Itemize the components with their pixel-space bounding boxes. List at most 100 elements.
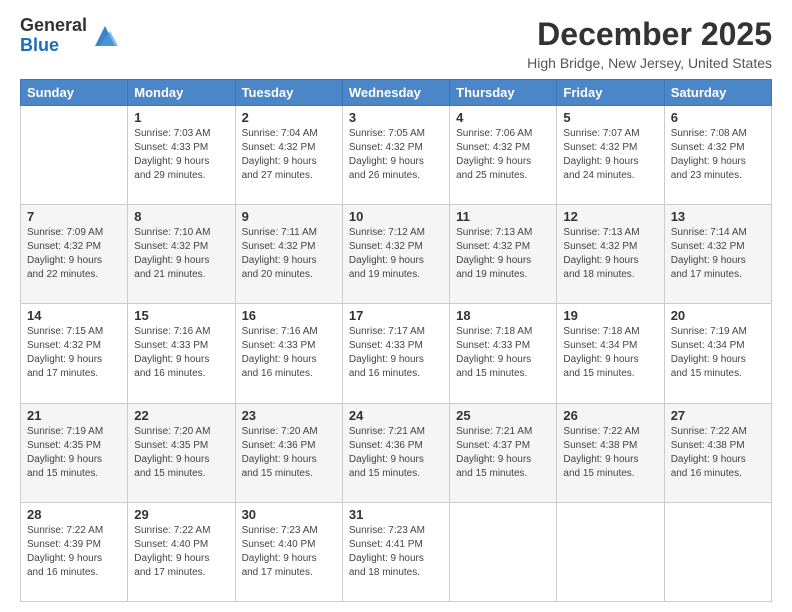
page: General Blue December 2025 High Bridge, …	[0, 0, 792, 612]
day-info: Sunrise: 7:16 AM Sunset: 4:33 PM Dayligh…	[134, 325, 228, 381]
calendar-cell: 2Sunrise: 7:04 AM Sunset: 4:32 PM Daylig…	[235, 106, 342, 205]
day-number: 16	[242, 308, 336, 323]
day-info: Sunrise: 7:11 AM Sunset: 4:32 PM Dayligh…	[242, 226, 336, 282]
calendar-cell: 8 Sunrise: 7:10 AM Sunset: 4:32 PM Daylig…	[128, 205, 235, 304]
col-tuesday: Tuesday	[235, 80, 342, 106]
day-number: 8	[134, 209, 228, 224]
day-info: Sunrise: 7:22 AM Sunset: 4:39 PM Dayligh…	[27, 524, 121, 580]
col-wednesday: Wednesday	[342, 80, 449, 106]
week-row-5: 28 Sunrise: 7:22 AM Sunset: 4:39 PM Dayli…	[21, 502, 772, 601]
header: General Blue December 2025 High Bridge, …	[20, 16, 772, 71]
calendar-cell: 5Sunrise: 7:07 AM Sunset: 4:32 PM Daylig…	[557, 106, 664, 205]
calendar-cell: 14 Sunrise: 7:15 AM Sunset: 4:32 PM Dayli…	[21, 304, 128, 403]
day-number: 13	[671, 209, 765, 224]
calendar-cell: 22 Sunrise: 7:20 AM Sunset: 4:35 PM Dayli…	[128, 403, 235, 502]
col-friday: Friday	[557, 80, 664, 106]
day-number: 15	[134, 308, 228, 323]
day-info: Sunrise: 7:20 AM Sunset: 4:35 PM Dayligh…	[134, 425, 228, 481]
day-number: 30	[242, 507, 336, 522]
logo-blue: Blue	[20, 35, 59, 55]
day-info: Sunrise: 7:13 AM Sunset: 4:32 PM Dayligh…	[563, 226, 657, 282]
col-saturday: Saturday	[664, 80, 771, 106]
day-number: 2	[242, 110, 336, 125]
calendar-cell: 1 Sunrise: 7:03 AM Sunset: 4:33 PM Daylig…	[128, 106, 235, 205]
day-info: Sunrise: 7:12 AM Sunset: 4:32 PM Dayligh…	[349, 226, 443, 282]
logo: General Blue	[20, 16, 120, 56]
calendar-cell: 6 Sunrise: 7:08 AM Sunset: 4:32 PM Daylig…	[664, 106, 771, 205]
calendar-cell: 19Sunrise: 7:18 AM Sunset: 4:34 PM Dayli…	[557, 304, 664, 403]
day-info: Sunrise: 7:22 AM Sunset: 4:40 PM Dayligh…	[134, 524, 228, 580]
subtitle: High Bridge, New Jersey, United States	[527, 55, 772, 71]
day-info: Sunrise: 7:07 AM Sunset: 4:32 PM Dayligh…	[563, 127, 657, 183]
calendar-cell: 13 Sunrise: 7:14 AM Sunset: 4:32 PM Dayli…	[664, 205, 771, 304]
calendar-cell: 30 Sunrise: 7:23 AM Sunset: 4:40 PM Dayli…	[235, 502, 342, 601]
calendar-cell: 26 Sunrise: 7:22 AM Sunset: 4:38 PM Dayli…	[557, 403, 664, 502]
day-info: Sunrise: 7:06 AM Sunset: 4:32 PM Dayligh…	[456, 127, 550, 183]
day-number: 3	[349, 110, 443, 125]
calendar-cell: 18 Sunrise: 7:18 AM Sunset: 4:33 PM Dayli…	[450, 304, 557, 403]
col-monday: Monday	[128, 80, 235, 106]
day-number: 31	[349, 507, 443, 522]
logo-text: General Blue	[20, 16, 87, 56]
calendar-cell: 25 Sunrise: 7:21 AM Sunset: 4:37 PM Dayli…	[450, 403, 557, 502]
day-info: Sunrise: 7:13 AM Sunset: 4:32 PM Dayligh…	[456, 226, 550, 282]
calendar-cell: 21 Sunrise: 7:19 AM Sunset: 4:35 PM Dayli…	[21, 403, 128, 502]
day-info: Sunrise: 7:03 AM Sunset: 4:33 PM Dayligh…	[134, 127, 228, 183]
day-number: 22	[134, 408, 228, 423]
calendar-cell: 15 Sunrise: 7:16 AM Sunset: 4:33 PM Dayli…	[128, 304, 235, 403]
day-number: 29	[134, 507, 228, 522]
day-info: Sunrise: 7:14 AM Sunset: 4:32 PM Dayligh…	[671, 226, 765, 282]
calendar-cell	[664, 502, 771, 601]
day-number: 25	[456, 408, 550, 423]
day-info: Sunrise: 7:18 AM Sunset: 4:34 PM Dayligh…	[563, 325, 657, 381]
calendar-table: Sunday Monday Tuesday Wednesday Thursday…	[20, 79, 772, 602]
day-info: Sunrise: 7:19 AM Sunset: 4:35 PM Dayligh…	[27, 425, 121, 481]
day-number: 11	[456, 209, 550, 224]
main-title: December 2025	[527, 16, 772, 53]
col-sunday: Sunday	[21, 80, 128, 106]
weekday-header-row: Sunday Monday Tuesday Wednesday Thursday…	[21, 80, 772, 106]
week-row-1: 1 Sunrise: 7:03 AM Sunset: 4:33 PM Daylig…	[21, 106, 772, 205]
day-number: 24	[349, 408, 443, 423]
day-number: 28	[27, 507, 121, 522]
week-row-3: 14 Sunrise: 7:15 AM Sunset: 4:32 PM Dayli…	[21, 304, 772, 403]
day-number: 17	[349, 308, 443, 323]
title-block: December 2025 High Bridge, New Jersey, U…	[527, 16, 772, 71]
day-info: Sunrise: 7:23 AM Sunset: 4:40 PM Dayligh…	[242, 524, 336, 580]
calendar-cell: 11 Sunrise: 7:13 AM Sunset: 4:32 PM Dayli…	[450, 205, 557, 304]
calendar-cell: 20Sunrise: 7:19 AM Sunset: 4:34 PM Dayli…	[664, 304, 771, 403]
day-number: 20	[671, 308, 765, 323]
day-info: Sunrise: 7:22 AM Sunset: 4:38 PM Dayligh…	[563, 425, 657, 481]
day-info: Sunrise: 7:16 AM Sunset: 4:33 PM Dayligh…	[242, 325, 336, 381]
day-info: Sunrise: 7:20 AM Sunset: 4:36 PM Dayligh…	[242, 425, 336, 481]
day-number: 26	[563, 408, 657, 423]
day-info: Sunrise: 7:21 AM Sunset: 4:37 PM Dayligh…	[456, 425, 550, 481]
day-number: 4	[456, 110, 550, 125]
day-number: 7	[27, 209, 121, 224]
week-row-4: 21 Sunrise: 7:19 AM Sunset: 4:35 PM Dayli…	[21, 403, 772, 502]
day-number: 18	[456, 308, 550, 323]
calendar-cell: 3Sunrise: 7:05 AM Sunset: 4:32 PM Daylig…	[342, 106, 449, 205]
day-number: 27	[671, 408, 765, 423]
day-info: Sunrise: 7:08 AM Sunset: 4:32 PM Dayligh…	[671, 127, 765, 183]
day-number: 14	[27, 308, 121, 323]
calendar-cell	[557, 502, 664, 601]
calendar-cell: 27Sunrise: 7:22 AM Sunset: 4:38 PM Dayli…	[664, 403, 771, 502]
day-info: Sunrise: 7:10 AM Sunset: 4:32 PM Dayligh…	[134, 226, 228, 282]
day-info: Sunrise: 7:15 AM Sunset: 4:32 PM Dayligh…	[27, 325, 121, 381]
day-number: 6	[671, 110, 765, 125]
day-number: 21	[27, 408, 121, 423]
logo-general: General	[20, 15, 87, 35]
day-info: Sunrise: 7:23 AM Sunset: 4:41 PM Dayligh…	[349, 524, 443, 580]
col-thursday: Thursday	[450, 80, 557, 106]
calendar-cell: 10 Sunrise: 7:12 AM Sunset: 4:32 PM Dayli…	[342, 205, 449, 304]
calendar-cell: 12Sunrise: 7:13 AM Sunset: 4:32 PM Dayli…	[557, 205, 664, 304]
day-number: 10	[349, 209, 443, 224]
day-info: Sunrise: 7:09 AM Sunset: 4:32 PM Dayligh…	[27, 226, 121, 282]
day-number: 1	[134, 110, 228, 125]
day-number: 9	[242, 209, 336, 224]
calendar-cell: 4 Sunrise: 7:06 AM Sunset: 4:32 PM Daylig…	[450, 106, 557, 205]
day-info: Sunrise: 7:18 AM Sunset: 4:33 PM Dayligh…	[456, 325, 550, 381]
week-row-2: 7 Sunrise: 7:09 AM Sunset: 4:32 PM Daylig…	[21, 205, 772, 304]
calendar-cell: 23Sunrise: 7:20 AM Sunset: 4:36 PM Dayli…	[235, 403, 342, 502]
